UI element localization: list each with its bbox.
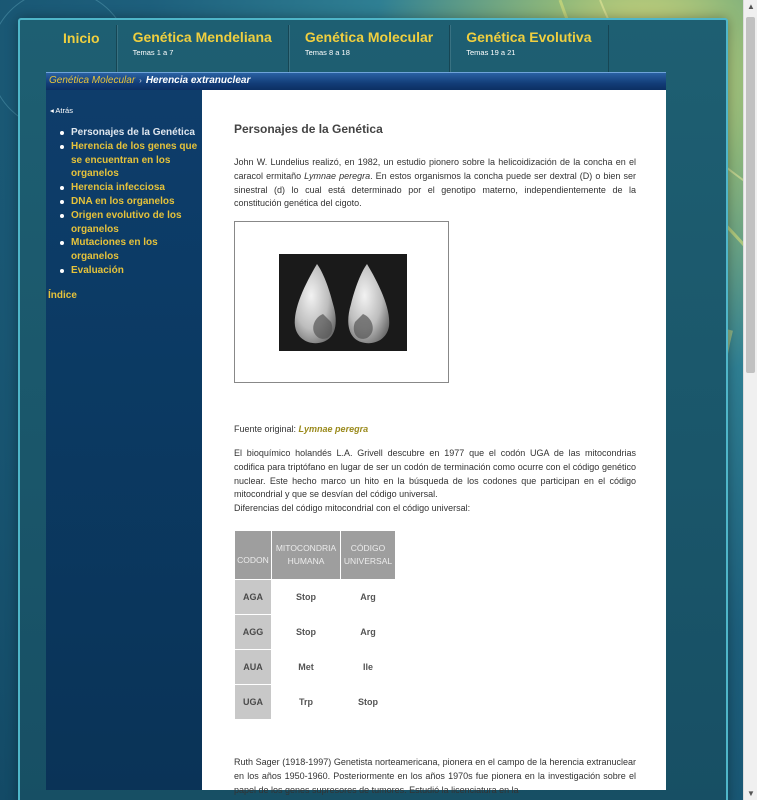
table-row: AUA Met Ile [235,649,395,684]
universal-cell: Arg [360,591,376,602]
header-universal: CÓDIGO UNIVERSAL [341,530,395,579]
nav-genetica-evolutiva-sub: Temas 19 a 21 [466,48,516,57]
nav-genetica-evolutiva-title: Genética Evolutiva [466,29,592,45]
sidebar-item-herencia-infecciosa[interactable]: Herencia infecciosa [46,181,202,195]
page-title: Personajes de la Genética [234,122,383,136]
universal-cell: Arg [360,626,376,637]
nav-genetica-evolutiva[interactable]: Genética Evolutiva Temas 19 a 21 [450,25,609,75]
nav-genetica-mendeliana[interactable]: Genética Mendeliana Temas 1 a 7 [116,25,289,75]
sidebar-index-link[interactable]: Índice [48,290,77,301]
breadcrumb-parent-link[interactable]: Genética Molecular [49,75,135,86]
snail-shells-image [279,254,407,352]
source-link[interactable]: Lymnae peregra [299,424,369,434]
mito-cell: Trp [298,696,313,707]
codon-cell: UGA [235,684,271,719]
sidebar-item-herencia-genes-organelos[interactable]: Herencia de los genes que se encuentran … [46,140,202,181]
nav-genetica-molecular[interactable]: Genética Molecular Temas 8 a 18 [288,25,451,75]
sidebar-item-personajes[interactable]: Personajes de la Genética [46,126,202,140]
nav-genetica-molecular-sub: Temas 8 a 18 [304,48,350,57]
main-content: Personajes de la Genética John W. Lundel… [202,90,666,795]
snail-figure [234,221,449,384]
header-codon: CODON [235,530,271,579]
mito-cell: Met [298,661,314,672]
source-label: Fuente original: [234,424,299,435]
source-line: Fuente original: Lymnae peregra [234,423,636,437]
nav-inicio[interactable]: Inicio [48,25,117,75]
nav-genetica-mendeliana-title: Genética Mendeliana [132,29,272,45]
universal-cell: Ile [362,661,373,672]
scroll-up-icon[interactable]: ▲ [747,2,755,11]
mito-cell: Stop [296,591,316,602]
nav-genetica-molecular-title: Genética Molecular [304,29,434,45]
table-row: AGG Stop Arg [235,614,395,649]
codon-table-header: CODON MITOCONDRIA HUMANA CÓDIGO UNIVERSA… [235,530,395,579]
table-row: UGA Trp Stop [235,684,395,719]
paragraph-grivell: El bioquímico holandés L.A. Grivell desc… [234,447,636,500]
paragraph-lundelius: John W. Lundelius realizó, en 1982, un e… [234,156,636,211]
breadcrumb-current: Herencia extranuclear [145,75,251,86]
scrollbar-thumb[interactable] [746,17,755,373]
sidebar-item-origen-evolutivo[interactable]: Origen evolutivo de los organelos [46,209,202,237]
sidebar-item-mutaciones[interactable]: Mutaciones en los organelos [46,236,202,264]
paragraph-diferencias: Diferencias del código mitocondrial con … [234,503,471,514]
codon-cell: AGA [235,579,271,614]
nav-inicio-title: Inicio [63,30,100,46]
header-mitocondria: MITOCONDRIA HUMANA [272,530,340,579]
breadcrumb: Genética Molecular › Herencia extranuclear [46,72,666,90]
species-name: Lymnae peregra [304,170,371,181]
codon-cell: AUA [235,649,271,684]
universal-cell: Stop [358,696,378,707]
table-row: AGA Stop Arg [235,579,395,614]
vertical-scrollbar[interactable]: ▲ ▼ [743,0,757,800]
sidebar-item-evaluacion[interactable]: Evaluación [46,264,202,278]
sidebar: ◂ Atrás Personajes de la Genética Herenc… [46,90,202,790]
mito-cell: Stop [296,626,316,637]
codon-cell: AGG [235,614,271,649]
paragraph-sager: Ruth Sager (1918-1997) Genetista norteam… [234,756,636,795]
scroll-down-icon[interactable]: ▼ [747,789,755,798]
sidebar-list: Personajes de la Genética Herencia de lo… [46,126,202,278]
back-link[interactable]: ◂ Atrás [50,106,73,115]
codon-table: CODON MITOCONDRIA HUMANA CÓDIGO UNIVERSA… [234,530,396,720]
sidebar-item-dna-organelos[interactable]: DNA en los organelos [46,195,202,209]
breadcrumb-separator: › [139,76,142,85]
nav-genetica-mendeliana-sub: Temas 1 a 7 [132,48,174,57]
